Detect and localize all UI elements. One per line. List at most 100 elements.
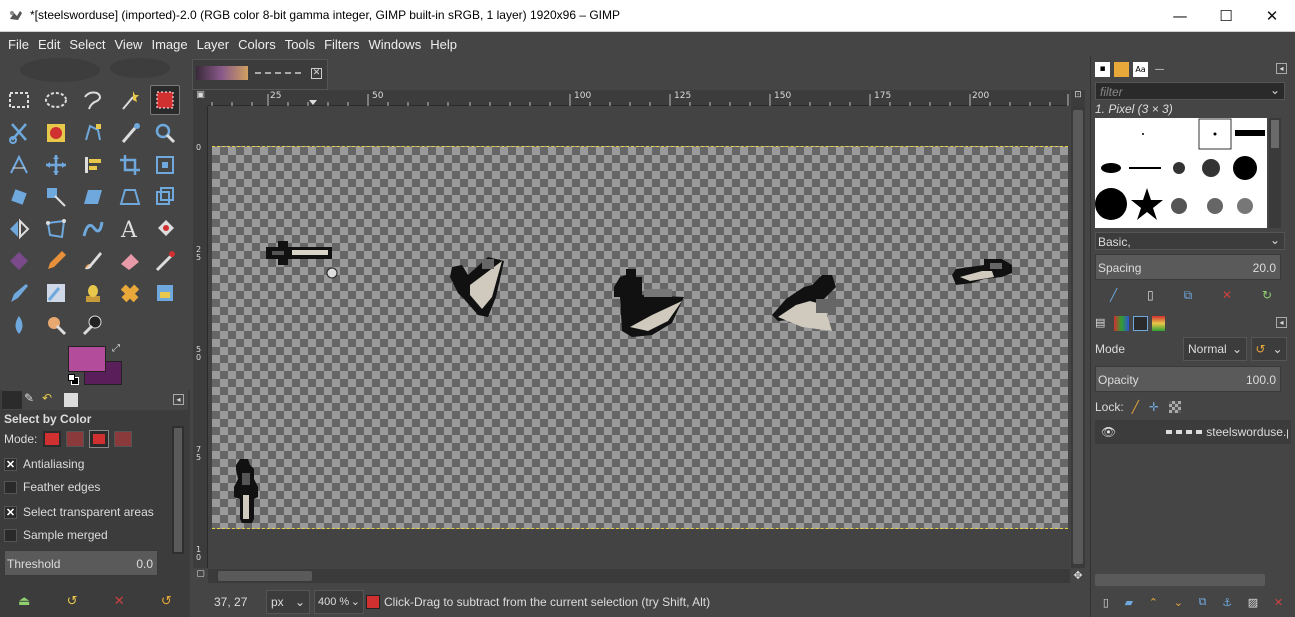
image-canvas[interactable] bbox=[212, 146, 1068, 529]
eraser-tool[interactable] bbox=[115, 246, 145, 276]
undo-history-tab-icon[interactable]: ↶ bbox=[42, 391, 60, 409]
rect-select-tool[interactable] bbox=[4, 85, 34, 115]
navigate-icon[interactable]: ▢ bbox=[193, 569, 208, 583]
mypaint-brush-tool[interactable] bbox=[41, 278, 71, 308]
default-colors-icon[interactable] bbox=[68, 374, 79, 385]
menu-view[interactable]: View bbox=[115, 37, 143, 52]
transparent-option[interactable]: ✕ Select transparent areas bbox=[4, 501, 172, 523]
select-by-color-tool[interactable] bbox=[150, 85, 180, 115]
images-tab-icon[interactable] bbox=[64, 393, 78, 407]
colormap-tab-icon[interactable] bbox=[1152, 315, 1165, 331]
brushes-tab-icon[interactable]: ▪ bbox=[1095, 61, 1110, 77]
airbrush-tool[interactable] bbox=[150, 246, 180, 276]
free-select-tool[interactable] bbox=[78, 85, 108, 115]
clone-tool[interactable] bbox=[78, 278, 108, 308]
3d-transform-tool[interactable] bbox=[150, 182, 180, 212]
brush-filter-input[interactable]: filter ⌄ bbox=[1095, 82, 1285, 100]
paths-tool[interactable] bbox=[78, 118, 108, 148]
mode-add-icon[interactable] bbox=[66, 431, 85, 447]
layers-hscrollbar[interactable] bbox=[1095, 574, 1265, 586]
mask-layer-icon[interactable]: ▨ bbox=[1248, 596, 1258, 609]
save-options-icon[interactable]: ⏏ bbox=[18, 594, 30, 609]
brush-grid[interactable] bbox=[1095, 118, 1267, 228]
gradients-tab-icon[interactable]: — bbox=[1152, 62, 1167, 77]
brush-grid-scrollbar[interactable] bbox=[1269, 118, 1281, 228]
fonts-tab-icon[interactable]: Aa bbox=[1133, 61, 1148, 77]
composite-mode-select[interactable]: ↺ ⌄ bbox=[1251, 337, 1287, 361]
new-brush-icon[interactable]: ▯ bbox=[1147, 288, 1154, 302]
unit-select[interactable]: px ⌄ bbox=[266, 589, 310, 614]
perspective-tool[interactable] bbox=[115, 182, 145, 212]
crop-tool[interactable] bbox=[115, 150, 145, 180]
anchor-layer-icon[interactable]: ⚓ bbox=[1222, 596, 1232, 609]
restore-options-icon[interactable]: ↺ bbox=[67, 594, 78, 609]
lower-layer-icon[interactable]: ⌄ bbox=[1174, 596, 1183, 609]
panel-menu-icon[interactable]: ◂ bbox=[173, 394, 184, 405]
scale-tool[interactable] bbox=[41, 182, 71, 212]
menu-layer[interactable]: Layer bbox=[197, 37, 230, 52]
quickmask-corner-icon[interactable]: ▣ bbox=[193, 90, 208, 106]
pencil-tool[interactable] bbox=[41, 246, 71, 276]
scissors-select-tool[interactable] bbox=[4, 118, 34, 148]
sample-merged-option[interactable]: Sample merged bbox=[4, 524, 172, 546]
menu-select[interactable]: Select bbox=[69, 37, 105, 52]
threshold-slider[interactable]: Threshold 0.0 bbox=[4, 550, 158, 576]
unified-transform-tool[interactable] bbox=[150, 150, 180, 180]
new-layer-group-icon[interactable]: ▰ bbox=[1125, 596, 1133, 609]
gradient-tool[interactable] bbox=[4, 246, 34, 276]
close-button[interactable]: ✕ bbox=[1249, 0, 1295, 32]
duplicate-brush-icon[interactable]: ⧉ bbox=[1184, 288, 1193, 303]
sample-merged-checkbox[interactable] bbox=[4, 528, 17, 542]
dodge-burn-tool[interactable] bbox=[41, 310, 71, 340]
minimize-button[interactable]: — bbox=[1157, 0, 1203, 32]
reset-options-icon[interactable]: ↺ bbox=[161, 594, 172, 609]
mode-subtract-icon[interactable] bbox=[89, 430, 110, 448]
navigation-preview-icon[interactable]: ✥ bbox=[1071, 569, 1085, 583]
layer-opacity-slider[interactable]: Opacity 100.0 bbox=[1095, 366, 1281, 392]
cage-transform-tool[interactable] bbox=[41, 214, 71, 244]
move-tool[interactable] bbox=[41, 150, 71, 180]
delete-brush-icon[interactable]: ✕ bbox=[1222, 288, 1232, 302]
patterns-tab-icon[interactable] bbox=[1114, 61, 1129, 77]
horizontal-scrollbar[interactable] bbox=[208, 569, 1070, 583]
menu-filters[interactable]: Filters bbox=[324, 37, 359, 52]
lock-position-icon[interactable]: ✛ bbox=[1149, 400, 1159, 414]
smudge-tool[interactable] bbox=[4, 310, 34, 340]
antialiasing-checkbox[interactable]: ✕ bbox=[4, 457, 17, 471]
rotate-tool[interactable] bbox=[4, 182, 34, 212]
swap-colors-icon[interactable]: ⤢ bbox=[112, 344, 122, 354]
heal-tool[interactable] bbox=[115, 278, 145, 308]
delete-options-icon[interactable]: ✕ bbox=[114, 594, 125, 609]
zoom-tool[interactable] bbox=[150, 118, 180, 148]
close-tab-icon[interactable]: ✕ bbox=[311, 68, 322, 79]
foreground-color-swatch[interactable] bbox=[68, 346, 106, 372]
new-layer-icon[interactable]: ▯ bbox=[1103, 596, 1109, 609]
feather-option[interactable]: Feather edges bbox=[4, 476, 172, 498]
menu-edit[interactable]: Edit bbox=[38, 37, 60, 52]
lock-pixels-icon[interactable]: ╱ bbox=[1132, 400, 1139, 414]
layer-mode-select[interactable]: Normal ⌄ bbox=[1183, 337, 1247, 361]
bucket-fill-tool[interactable] bbox=[150, 214, 180, 244]
menu-help[interactable]: Help bbox=[430, 37, 457, 52]
lock-alpha-icon[interactable] bbox=[1168, 401, 1181, 413]
image-tab[interactable]: ✕ bbox=[192, 59, 328, 90]
ink-tool[interactable] bbox=[4, 278, 34, 308]
menu-windows[interactable]: Windows bbox=[368, 37, 421, 52]
brush-tag-input[interactable]: Basic, ⌄ bbox=[1095, 232, 1285, 250]
antialiasing-option[interactable]: ✕ Antialiasing bbox=[4, 453, 172, 475]
zoom-fit-icon[interactable]: ⊡ bbox=[1071, 90, 1085, 106]
device-status-tab-icon[interactable]: ✎ bbox=[24, 391, 42, 409]
panel-menu-icon[interactable]: ◂ bbox=[1276, 317, 1287, 328]
channels-tab-icon[interactable] bbox=[1114, 315, 1129, 331]
delete-layer-icon[interactable]: ✕ bbox=[1274, 596, 1283, 609]
tool-options-scrollbar[interactable] bbox=[172, 426, 184, 554]
panel-menu-icon[interactable]: ◂ bbox=[1276, 63, 1287, 74]
warp-transform-tool[interactable] bbox=[78, 214, 108, 244]
menu-file[interactable]: File bbox=[8, 37, 29, 52]
maximize-button[interactable]: ☐ bbox=[1203, 0, 1249, 32]
color-picker-tool[interactable] bbox=[115, 118, 145, 148]
mode-replace-icon[interactable] bbox=[43, 431, 62, 447]
mode-intersect-icon[interactable] bbox=[114, 431, 133, 447]
perspective-clone-tool[interactable] bbox=[150, 278, 180, 308]
measure-tool[interactable] bbox=[4, 150, 34, 180]
